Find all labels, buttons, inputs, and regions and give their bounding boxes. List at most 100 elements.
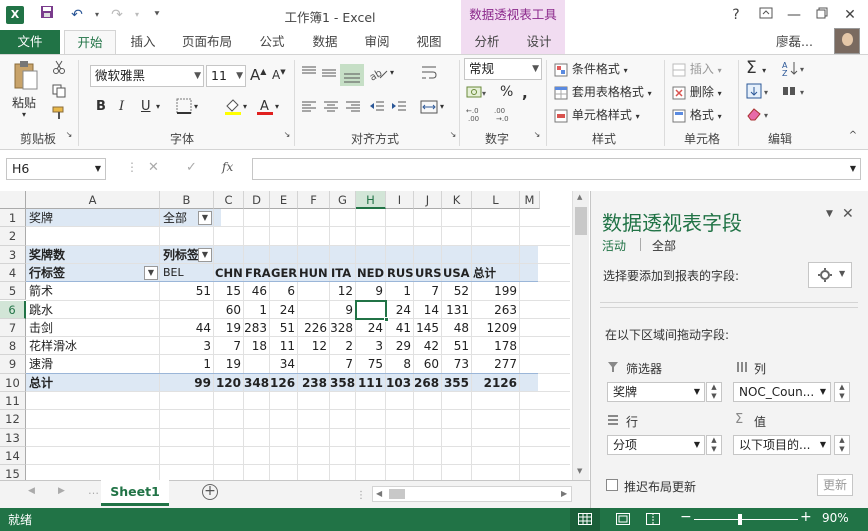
font-size-combo[interactable]: 11 ▼ xyxy=(206,65,246,87)
tab-home[interactable]: 开始 xyxy=(64,30,116,54)
accounting-format-icon[interactable]: ▾ xyxy=(466,84,490,103)
zoom-in-icon[interactable]: + xyxy=(800,509,812,525)
clipboard-launcher-icon[interactable]: ↘ xyxy=(64,130,74,146)
number-launcher-icon[interactable]: ↘ xyxy=(532,130,542,146)
sheet-tab-splitter[interactable]: ⋮ xyxy=(356,490,366,501)
copy-icon[interactable] xyxy=(52,84,66,101)
zoom-level[interactable]: 90% xyxy=(822,511,849,525)
cell-styles-button[interactable]: 单元格样式 ▾ xyxy=(554,106,640,123)
defer-update-checkbox[interactable] xyxy=(606,479,618,491)
orientation-dropdown-icon[interactable]: ▾ xyxy=(390,68,394,77)
align-center-icon[interactable] xyxy=(322,98,340,119)
borders-dropdown-icon[interactable]: ▾ xyxy=(194,102,198,111)
tab-page-layout[interactable]: 页面布局 xyxy=(172,30,242,54)
underline-button[interactable]: U xyxy=(141,99,151,114)
enter-entry-icon[interactable]: ✓ xyxy=(186,160,197,175)
undo-dropdown-icon[interactable]: ▾ xyxy=(86,5,108,25)
name-box[interactable]: H6 ▼ xyxy=(6,158,106,180)
align-left-icon[interactable] xyxy=(300,98,318,119)
increase-decimal-icon[interactable]: ←.0.00 xyxy=(466,106,488,125)
tab-design[interactable]: 设计 xyxy=(513,30,565,54)
scroll-right-icon[interactable]: ▶ xyxy=(561,489,567,498)
sort-filter-icon[interactable]: A Z ▾ xyxy=(782,60,810,79)
align-middle-icon[interactable] xyxy=(320,64,338,85)
tab-view[interactable]: 视图 xyxy=(408,30,450,54)
orientation-icon[interactable]: ab xyxy=(368,64,390,85)
font-color-icon[interactable]: A xyxy=(256,97,274,118)
percent-style-icon[interactable]: % xyxy=(500,84,513,100)
cut-icon[interactable] xyxy=(52,60,66,77)
font-name-combo[interactable]: 微软雅黑 ▼ xyxy=(90,65,204,87)
font-color-dropdown-icon[interactable]: ▾ xyxy=(275,102,279,111)
tab-review[interactable]: 审阅 xyxy=(356,30,398,54)
normal-view-button[interactable] xyxy=(570,508,600,531)
format-as-table-button[interactable]: 套用表格格式 ▾ xyxy=(554,83,652,100)
tab-formulas[interactable]: 公式 xyxy=(252,30,292,54)
fill-icon[interactable]: ▾ xyxy=(746,83,774,102)
formula-input[interactable]: ▼ xyxy=(252,158,861,180)
tab-analyze[interactable]: 分析 xyxy=(461,30,513,54)
decrease-decimal-icon[interactable]: .00 →.0 xyxy=(494,106,516,125)
tab-insert[interactable]: 插入 xyxy=(122,30,164,54)
undo-icon[interactable]: ↶ xyxy=(66,5,88,25)
page-layout-view-icon[interactable] xyxy=(616,513,630,528)
customize-qat-icon[interactable]: ⯆ xyxy=(146,5,168,25)
comma-style-icon[interactable]: , xyxy=(522,84,528,102)
value-field[interactable]: 以下项目的... ▼ xyxy=(733,435,831,455)
cancel-entry-icon[interactable]: ✕ xyxy=(148,160,159,175)
insert-cells-button[interactable]: 插入 ▾ xyxy=(672,60,722,77)
vertical-scrollbar[interactable]: ▲ ▼ xyxy=(572,191,589,480)
format-painter-icon[interactable] xyxy=(52,106,66,123)
shrink-font-button[interactable]: A▼ xyxy=(272,68,286,82)
conditional-format-button[interactable]: 条件格式 ▾ xyxy=(554,60,628,77)
find-select-icon[interactable]: ▾ xyxy=(782,83,810,102)
update-button[interactable]: 更新 xyxy=(817,474,853,496)
format-cells-button[interactable]: 格式 ▾ xyxy=(672,106,722,123)
more-sheets-icon[interactable]: … xyxy=(88,484,99,497)
borders-icon[interactable] xyxy=(176,98,192,117)
user-name[interactable]: 廖磊... xyxy=(776,30,813,54)
expand-formula-icon[interactable]: ▼ xyxy=(850,159,856,179)
horizontal-scroll-thumb[interactable] xyxy=(389,489,405,499)
tab-active-fields[interactable]: 活动 xyxy=(602,237,626,254)
scroll-left-icon[interactable]: ◀ xyxy=(376,489,382,498)
zoom-slider-thumb[interactable] xyxy=(738,514,743,525)
worksheet-grid[interactable] xyxy=(0,191,590,480)
bold-button[interactable]: B xyxy=(96,99,106,114)
save-icon[interactable] xyxy=(36,5,58,25)
sheet-tab-sheet1[interactable]: Sheet1 xyxy=(101,480,169,506)
horizontal-scrollbar[interactable]: ◀ ▶ xyxy=(372,486,572,502)
paste-dropdown-icon[interactable]: ▾ xyxy=(22,110,26,119)
grow-font-button[interactable]: A▲ xyxy=(250,66,266,84)
filter-field-奖牌[interactable]: 奖牌 ▼ xyxy=(607,382,705,402)
decrease-indent-icon[interactable] xyxy=(368,98,386,119)
insert-function-icon[interactable]: fx xyxy=(222,160,233,174)
scroll-up-icon[interactable]: ▲ xyxy=(577,193,582,201)
merge-center-icon[interactable] xyxy=(420,98,438,119)
align-bottom-icon[interactable] xyxy=(340,64,364,86)
vertical-scroll-thumb[interactable] xyxy=(575,207,587,235)
increase-indent-icon[interactable] xyxy=(390,98,408,119)
tab-data[interactable]: 数据 xyxy=(304,30,346,54)
wrap-text-icon[interactable] xyxy=(420,64,438,85)
collapse-ribbon-icon[interactable]: ^ xyxy=(846,130,860,146)
row-spin[interactable]: ▲ ▼ xyxy=(706,435,722,455)
formula-options-icon[interactable]: ⋮ xyxy=(126,160,138,174)
column-field-noc[interactable]: NOC_Coun... ▼ xyxy=(733,382,831,402)
delete-cells-button[interactable]: 删除 ▾ xyxy=(672,83,722,100)
avatar[interactable] xyxy=(834,28,860,54)
tab-file[interactable]: 文件 xyxy=(0,30,60,54)
prev-sheet-icon[interactable]: ◀ xyxy=(28,486,35,496)
filter-spin[interactable]: ▲ ▼ xyxy=(706,382,722,402)
align-top-icon[interactable] xyxy=(300,64,318,85)
zoom-out-icon[interactable]: − xyxy=(680,509,692,525)
autosum-icon[interactable]: Σ ▾ xyxy=(746,58,766,78)
paste-button[interactable]: 粘贴 xyxy=(12,94,36,111)
underline-dropdown-icon[interactable]: ▾ xyxy=(156,102,160,111)
merge-dropdown-icon[interactable]: ▾ xyxy=(440,102,444,111)
new-sheet-icon[interactable]: + xyxy=(202,484,218,500)
ribbon-display-icon[interactable] xyxy=(752,4,780,26)
close-pane-icon[interactable]: ✕ xyxy=(842,206,854,222)
font-launcher-icon[interactable]: ↘ xyxy=(282,130,292,146)
redo-icon[interactable]: ↷ xyxy=(106,5,128,25)
